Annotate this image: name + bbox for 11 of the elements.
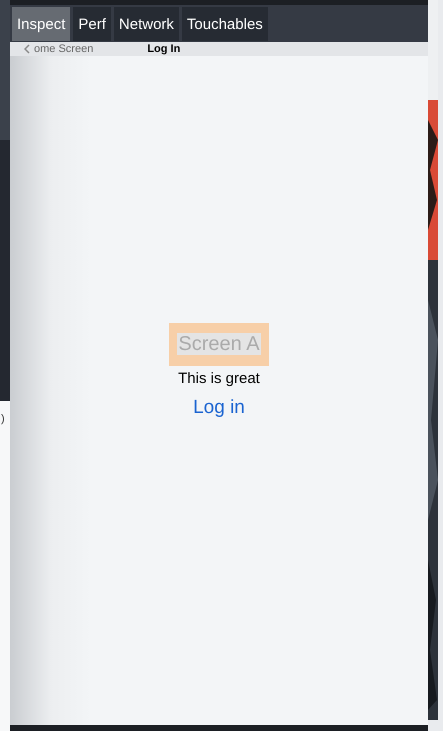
back-label[interactable]: ome Screen bbox=[34, 43, 94, 55]
back-chevron-icon[interactable] bbox=[24, 44, 30, 54]
subtitle: This is great bbox=[178, 370, 260, 386]
text-fragment: ) bbox=[1, 413, 6, 425]
inspector-tab[interactable]: Perf bbox=[73, 7, 111, 41]
login-link[interactable]: Log in bbox=[193, 396, 245, 418]
screen-title: Screen A bbox=[177, 332, 261, 354]
nav-title: Log In bbox=[147, 43, 180, 55]
inspector-tab[interactable]: Touchables bbox=[182, 7, 268, 41]
inspector-tab[interactable]: Inspect bbox=[12, 7, 70, 41]
inspector-tab[interactable]: Network bbox=[114, 7, 179, 41]
